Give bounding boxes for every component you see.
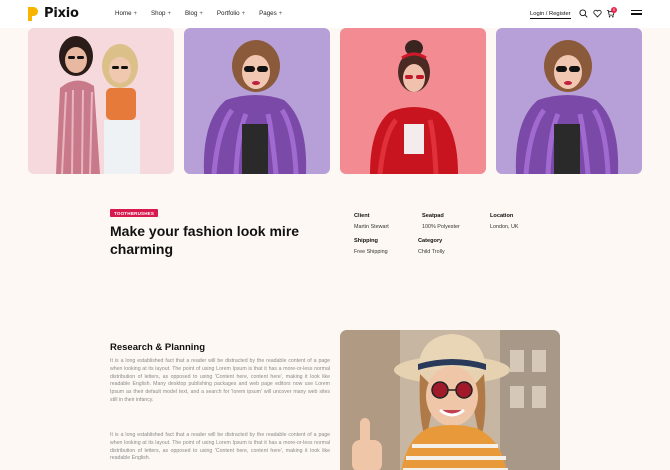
- gallery-photo-2[interactable]: [184, 28, 330, 174]
- nav-item-shop[interactable]: Shop +: [151, 10, 171, 17]
- meta-label-shipping: Shipping: [354, 238, 378, 244]
- meta-label-client: Client: [354, 213, 370, 219]
- main-nav: Home + Shop + Blog + Portfolio + Pages +: [115, 10, 282, 17]
- section-title: Research & Planning: [110, 342, 206, 353]
- logo-icon: [28, 6, 40, 21]
- research-paragraph-1: It is a long established fact that a rea…: [110, 358, 330, 403]
- nav-item-label: Shop: [151, 10, 166, 17]
- meta-label-category: Category: [418, 238, 443, 244]
- nav-item-portfolio[interactable]: Portfolio +: [217, 10, 245, 17]
- nav-item-label: Blog: [185, 10, 198, 17]
- meta-label-seatpad: Seatpad: [422, 213, 444, 219]
- logo[interactable]: Pixio: [28, 6, 79, 21]
- gallery-photo-4[interactable]: [496, 28, 642, 174]
- menu-icon[interactable]: [631, 10, 642, 17]
- category-badge: TOOTHBRUSHES: [110, 209, 159, 217]
- plus-icon: +: [241, 10, 246, 17]
- meta-value-category: Child Trolly: [418, 249, 445, 255]
- meta-value-client: Martin Stewart: [354, 224, 389, 230]
- plus-icon: +: [278, 10, 283, 17]
- brand-name: Pixio: [44, 6, 79, 21]
- meta-value-shipping: Free Shipping: [354, 249, 388, 255]
- meta-value-seatpad: 100% Polyester: [422, 224, 460, 230]
- meta-label-location: Location: [490, 213, 514, 219]
- project-title: Make your fashion look mire charming: [110, 223, 300, 257]
- nav-item-label: Pages: [259, 10, 277, 17]
- login-register-link[interactable]: Login / Register: [530, 10, 571, 19]
- cart-count-badge: 0: [611, 7, 617, 13]
- heart-icon[interactable]: [593, 9, 602, 18]
- research-photo: [340, 330, 560, 470]
- plus-icon: +: [167, 10, 171, 17]
- nav-item-label: Portfolio: [216, 10, 240, 17]
- gallery-photo-1[interactable]: [28, 28, 174, 174]
- search-icon[interactable]: [579, 9, 588, 18]
- nav-item-pages[interactable]: Pages +: [259, 10, 282, 17]
- plus-icon: +: [199, 10, 203, 17]
- nav-item-home[interactable]: Home +: [115, 10, 137, 17]
- nav-item-label: Home: [115, 10, 132, 17]
- meta-value-location: London, UK: [490, 224, 519, 230]
- nav-item-blog[interactable]: Blog +: [185, 10, 203, 17]
- gallery-photo-3[interactable]: [340, 28, 486, 174]
- research-paragraph-2: It is a long established fact that a rea…: [110, 432, 330, 462]
- site-header: Pixio Home + Shop + Blog + Portfolio + P…: [0, 0, 670, 28]
- plus-icon: +: [133, 10, 138, 17]
